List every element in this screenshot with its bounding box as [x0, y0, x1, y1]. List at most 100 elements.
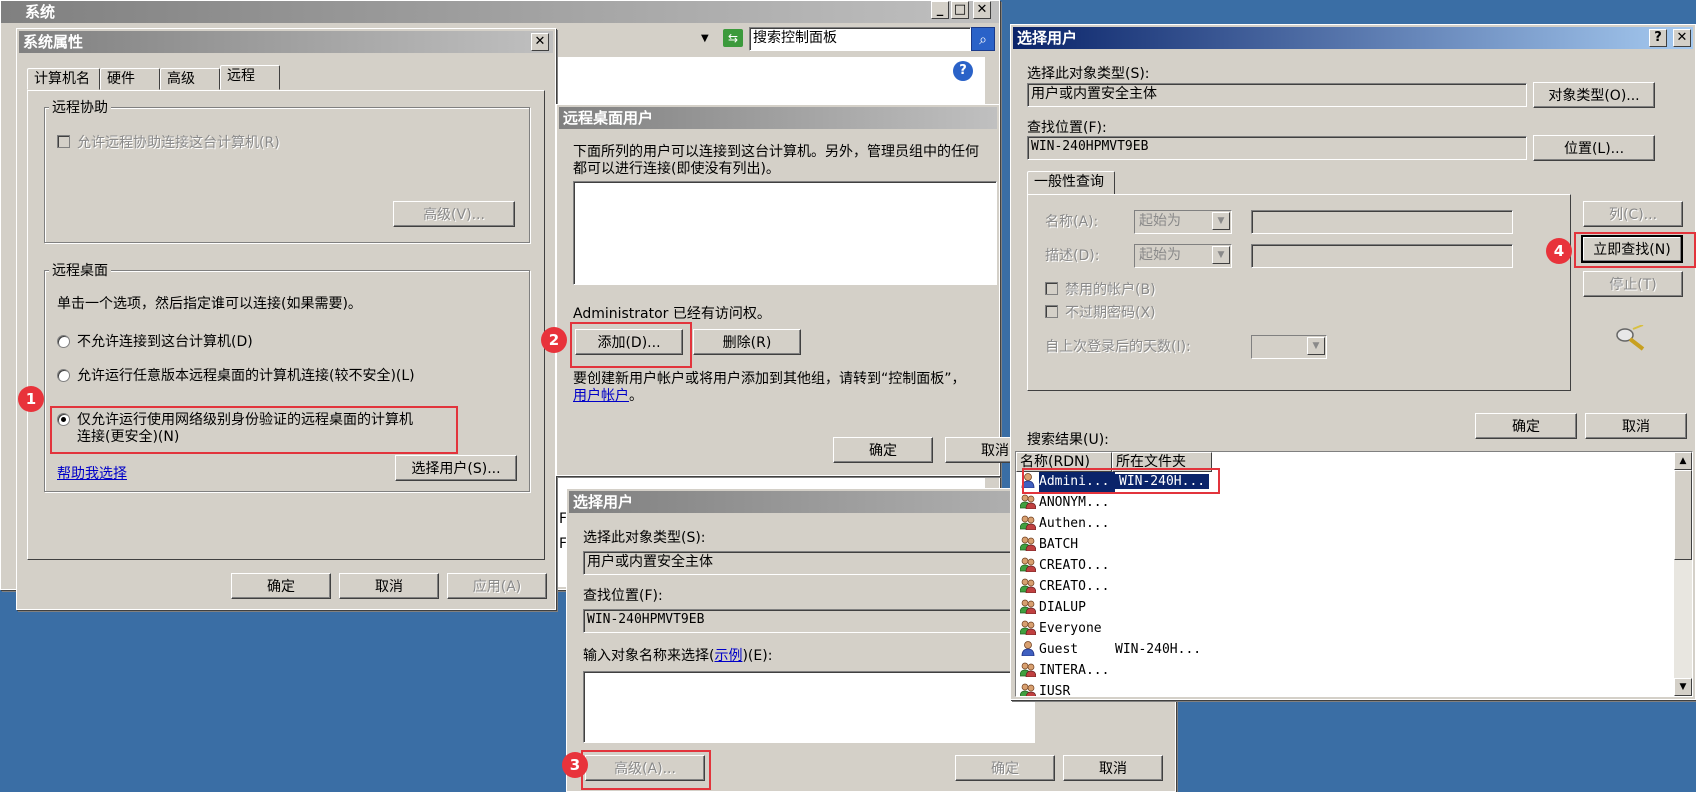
examples-link[interactable]: 示例	[714, 648, 742, 664]
description-filter-input[interactable]	[1251, 244, 1513, 268]
ok-button[interactable]: 确定	[955, 755, 1055, 781]
scroll-down-button[interactable]: ▼	[1674, 678, 1692, 696]
result-name: Everyone	[1039, 621, 1102, 636]
create-account-line2: 用户帐户。	[573, 385, 643, 405]
annotation-highlight-nla	[50, 406, 458, 454]
result-name: Guest	[1039, 642, 1079, 657]
user-accounts-link[interactable]: 用户帐户	[573, 388, 629, 404]
list-item[interactable]: Everyone	[1019, 619, 1115, 639]
ok-button[interactable]: 确定	[833, 437, 933, 463]
annotation-badge-2: 2	[541, 327, 567, 353]
non-expiring-password-label: 不过期密码(X)	[1065, 305, 1156, 321]
result-folder: WIN-240H...	[1115, 642, 1202, 657]
annotation-highlight-admin-row	[1022, 468, 1220, 494]
non-expiring-password-checkbox[interactable]	[1045, 305, 1058, 318]
description-filter-combo[interactable]: 起始为 ▼	[1134, 244, 1232, 268]
close-button[interactable]: ✕	[531, 33, 549, 51]
annotation-highlight-advanced	[581, 750, 711, 790]
tab-common-queries[interactable]: 一般性查询	[1027, 171, 1115, 195]
minimize-button[interactable]: _	[931, 1, 949, 19]
annotation-highlight-find-now	[1574, 232, 1696, 268]
user-icon	[1020, 640, 1036, 657]
vertical-scrollbar[interactable]: ▲ ▼	[1674, 452, 1692, 696]
close-button[interactable]: ✕	[1673, 29, 1691, 47]
result-name: IUSR	[1039, 684, 1071, 697]
apply-button[interactable]: 应用(A)	[447, 573, 547, 599]
locations-button[interactable]: 位置(L)...	[1533, 135, 1655, 161]
ok-button[interactable]: 确定	[1475, 413, 1577, 439]
stop-button[interactable]: 停止(T)	[1583, 271, 1683, 297]
remove-user-button[interactable]: 删除(R)	[693, 329, 801, 355]
days-since-logon-combo[interactable]: ▼	[1251, 335, 1327, 359]
select-users-basic-title: 选择用户	[573, 493, 634, 511]
ok-button[interactable]: 确定	[231, 573, 331, 599]
name-label: 名称(A):	[1045, 214, 1099, 230]
result-name: Authen...	[1039, 516, 1110, 531]
result-name: CREATO...	[1039, 579, 1110, 594]
allow-remote-assistance-checkbox[interactable]	[57, 135, 70, 148]
group-icon	[1019, 493, 1037, 510]
list-item[interactable]: CREATO...	[1019, 556, 1115, 576]
search-input[interactable]: 搜索控制面板	[749, 27, 971, 51]
select-users-button[interactable]: 选择用户(S)...	[395, 455, 517, 481]
help-icon[interactable]: ?	[953, 61, 973, 81]
object-type-field: 用户或内置安全主体	[583, 551, 1035, 575]
rd-users-list[interactable]	[573, 181, 997, 285]
no-connections-radio[interactable]	[57, 335, 70, 348]
refresh-icon[interactable]: ⇆	[723, 29, 743, 47]
rd-users-description-line2: 都可以进行连接(即使没有列出)。	[573, 161, 780, 177]
name-filter-combo[interactable]: 起始为 ▼	[1134, 210, 1232, 234]
result-name: ANONYM...	[1039, 495, 1110, 510]
object-names-input[interactable]	[583, 671, 1035, 743]
chevron-down-icon: ▼	[1307, 337, 1325, 355]
list-item[interactable]: Authen...	[1019, 514, 1115, 534]
search-icon[interactable]: ⌕	[971, 27, 995, 51]
any-version-radio[interactable]	[57, 369, 70, 382]
remote-desktop-users-titlebar: 远程桌面用户	[559, 107, 997, 129]
system-properties-titlebar: 系统属性	[19, 31, 553, 53]
object-type-field: 用户或内置安全主体	[1027, 83, 1527, 107]
group-icon	[1019, 619, 1037, 636]
annotation-highlight-add	[570, 322, 692, 368]
address-dropdown-arrow[interactable]: ▼	[701, 33, 709, 44]
create-account-suffix: 。	[629, 388, 643, 404]
help-me-choose-link[interactable]: 帮助我选择	[57, 463, 127, 483]
name-filter-input[interactable]	[1251, 210, 1513, 234]
remote-assistance-advanced-button[interactable]: 高级(V)...	[393, 201, 515, 227]
remote-desktop-users-title: 远程桌面用户	[563, 109, 654, 127]
close-button[interactable]: ✕	[973, 1, 991, 19]
search-results-label: 搜索结果(U):	[1027, 432, 1109, 448]
scroll-thumb[interactable]	[1674, 470, 1692, 560]
select-users-dialog-advanced: 选择用户 ? ✕ 选择此对象类型(S): 用户或内置安全主体 对象类型(O)..…	[1010, 24, 1696, 700]
tab-remote[interactable]: 远程	[220, 65, 280, 90]
annotation-badge-1: 1	[18, 386, 44, 412]
list-item[interactable]: DIALUP	[1019, 598, 1115, 618]
group-icon	[1019, 577, 1037, 594]
cancel-button[interactable]: 取消	[1063, 755, 1163, 781]
maximize-button[interactable]: □	[951, 1, 969, 19]
chevron-down-icon: ▼	[1212, 212, 1230, 230]
disabled-accounts-checkbox[interactable]	[1045, 282, 1058, 295]
tab-computer-name[interactable]: 计算机名	[27, 68, 100, 90]
list-item[interactable]: Guest WIN-240H...	[1020, 640, 1201, 660]
cancel-button[interactable]: 取消	[1585, 413, 1687, 439]
list-item[interactable]: BATCH	[1019, 535, 1115, 555]
list-item[interactable]: CREATO...	[1019, 577, 1115, 597]
list-item[interactable]: INTERA...	[1019, 661, 1115, 681]
object-types-button[interactable]: 对象类型(O)...	[1533, 82, 1655, 108]
list-item[interactable]: IUSR	[1019, 682, 1115, 697]
tab-hardware[interactable]: 硬件	[100, 68, 160, 90]
help-button[interactable]: ?	[1649, 29, 1667, 47]
columns-button[interactable]: 列(C)...	[1583, 201, 1683, 227]
select-users-adv-title: 选择用户	[1017, 29, 1078, 47]
system-window-title: 系统	[25, 3, 56, 21]
group-icon	[1019, 598, 1037, 615]
allow-remote-assistance-label: 允许远程协助连接这台计算机(R)	[77, 135, 280, 151]
scroll-up-button[interactable]: ▲	[1674, 452, 1692, 470]
annotation-badge-3: 3	[562, 752, 588, 778]
cancel-button[interactable]: 取消	[339, 573, 439, 599]
tab-advanced[interactable]: 高级	[160, 68, 220, 90]
location-label: 查找位置(F):	[583, 588, 663, 604]
list-item[interactable]: ANONYM...	[1019, 493, 1115, 513]
group-icon	[1019, 535, 1037, 552]
